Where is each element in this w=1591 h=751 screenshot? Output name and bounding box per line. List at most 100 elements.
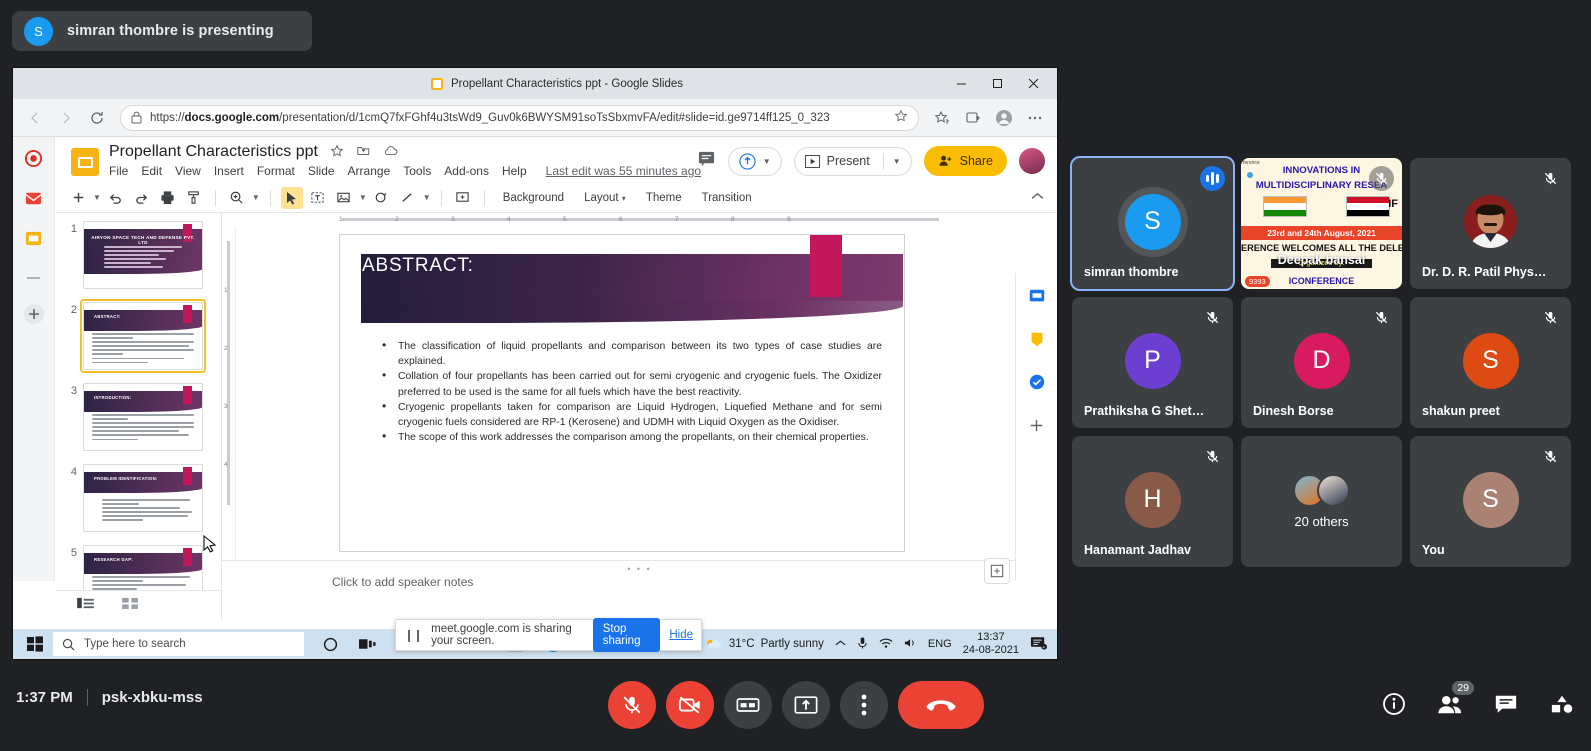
chat-icon[interactable] [1491, 689, 1521, 719]
slide-thumbnail-4[interactable]: PROBLEM IDENTIFICATION: [83, 464, 203, 532]
profile-icon[interactable] [990, 104, 1018, 132]
bookmark-star-icon[interactable] [894, 109, 908, 126]
line-caret-icon[interactable]: ▼ [423, 193, 431, 202]
stop-sharing-button[interactable]: Stop sharing [592, 618, 661, 652]
present-small-caret-icon[interactable]: ▼ [763, 157, 771, 166]
pause-share-icon[interactable]: ❙❙ [404, 628, 423, 642]
participant-tile-you[interactable]: S You [1410, 436, 1571, 567]
background-button[interactable]: Background [495, 189, 572, 207]
present-button[interactable]: Present ▼ [793, 146, 912, 176]
keep-notes-icon[interactable] [1024, 326, 1050, 352]
meeting-details-icon[interactable] [1379, 689, 1409, 719]
edge-rail-add-icon[interactable] [23, 303, 45, 330]
shape-icon[interactable] [371, 187, 393, 209]
participant-tile-others[interactable]: 20 others [1241, 436, 1402, 567]
present-caret-icon[interactable]: ▼ [893, 157, 901, 166]
menu-insert[interactable]: Insert [214, 164, 244, 178]
account-avatar[interactable] [1019, 148, 1045, 174]
filmstrip-view-icon[interactable] [77, 597, 94, 615]
slide-thumbnail-1[interactable]: AIRYON SPACE TECH AND DEFENSE PVT. LTD [83, 221, 203, 289]
document-title[interactable]: Propellant Characteristics ppt [109, 143, 318, 161]
forward-icon[interactable] [52, 104, 80, 132]
present-now-button[interactable] [781, 681, 830, 729]
print-icon[interactable] [157, 187, 179, 209]
maximize-button[interactable] [979, 68, 1015, 99]
microphone-off-button[interactable] [607, 681, 656, 729]
camera-off-button[interactable] [665, 681, 714, 729]
speaker-notes-placeholder[interactable]: Click to add speaker notes [332, 575, 473, 589]
thumbnail-item[interactable]: 4 PROBLEM IDENTIFICATION: [55, 464, 221, 532]
people-icon[interactable]: 29 [1435, 681, 1474, 719]
taskbar-search-input[interactable]: Type here to search [53, 632, 304, 656]
zoom-caret-icon[interactable]: ▼ [252, 193, 260, 202]
notes-resize-handle[interactable]: • • • [627, 564, 651, 574]
add-comment-icon[interactable] [452, 187, 474, 209]
taskbar-clock[interactable]: 13:37 24-08-2021 [963, 631, 1019, 657]
participant-tile-simran-thombre[interactable]: S simran thombre [1070, 156, 1235, 291]
zoom-icon[interactable] [226, 187, 248, 209]
new-slide-caret-icon[interactable]: ▼ [93, 193, 101, 202]
leave-call-button[interactable] [897, 681, 984, 729]
menu-tools[interactable]: Tools [403, 164, 431, 178]
tray-expand-icon[interactable] [835, 638, 846, 650]
text-box-icon[interactable] [307, 187, 329, 209]
language-indicator[interactable]: ENG [928, 638, 952, 650]
star-doc-icon[interactable] [330, 144, 344, 161]
menu-arrange[interactable]: Arrange [348, 164, 391, 178]
edge-rail-slides-icon[interactable] [24, 229, 43, 253]
theme-button[interactable]: Theme [638, 189, 690, 207]
last-edit-label[interactable]: Last edit was 55 minutes ago [546, 164, 701, 178]
menu-edit[interactable]: Edit [141, 164, 162, 178]
microphone-tray-icon[interactable] [857, 636, 868, 653]
volume-tray-icon[interactable] [904, 637, 917, 652]
menu-view[interactable]: View [175, 164, 201, 178]
add-addon-icon[interactable] [1024, 412, 1050, 438]
notifications-tray-icon[interactable]: 4 [1030, 635, 1047, 653]
captions-button[interactable] [723, 681, 772, 729]
menu-format[interactable]: Format [257, 164, 295, 178]
transition-button[interactable]: Transition [694, 189, 760, 207]
wifi-tray-icon[interactable] [879, 637, 893, 652]
expand-explore-button[interactable] [984, 558, 1010, 584]
slide-canvas-area[interactable]: 1 2 3 4 5 6 7 8 9 1 2 3 4 ABSTRACT: • Th… [222, 213, 1057, 620]
thumbnail-item[interactable]: 1 AIRYON SPACE TECH AND DEFENSE PVT. LTD [55, 221, 221, 289]
grid-view-icon[interactable] [122, 597, 139, 615]
insert-image-icon[interactable] [333, 187, 355, 209]
participant-tile-dr-d-r-patil[interactable]: Dr. D. R. Patil Phys… [1410, 158, 1571, 289]
present-slideshow-small-button[interactable]: ▼ [727, 146, 782, 176]
address-bar[interactable]: https://docs.google.com/presentation/d/1… [120, 104, 919, 131]
back-icon[interactable] [21, 104, 49, 132]
tasks-icon[interactable] [1024, 369, 1050, 395]
reload-icon[interactable] [83, 104, 111, 132]
menu-file[interactable]: File [109, 164, 128, 178]
edge-rail-mail-icon[interactable] [24, 189, 43, 213]
more-options-button[interactable] [839, 681, 888, 729]
layout-button[interactable]: Layout ▾ [576, 189, 634, 207]
menu-slide[interactable]: Slide [308, 164, 335, 178]
current-slide[interactable]: ABSTRACT: The classification of liquid p… [339, 234, 905, 552]
comment-history-icon[interactable] [697, 149, 716, 173]
participant-tile-shakun-preet[interactable]: S shakun preet [1410, 297, 1571, 428]
cloud-saved-icon[interactable] [383, 144, 399, 161]
shared-screen-stage[interactable]: Propellant Characteristics ppt - Google … [13, 68, 1057, 659]
thumbnail-item[interactable]: 3 INTRODUCTION: [55, 383, 221, 451]
close-button[interactable] [1015, 68, 1051, 99]
collections-icon[interactable] [959, 104, 987, 132]
participant-tile-deepak-bansal[interactable]: ference INNOVATIONS IN MULTIDISCIPLINARY… [1241, 158, 1402, 289]
weather-widget[interactable]: 31°C Partly sunny [705, 637, 824, 651]
slides-panel-icon[interactable] [1024, 283, 1050, 309]
thumbnail-item[interactable]: 2 ABSTRACT: [55, 299, 221, 373]
participant-tile-hanamant-jadhav[interactable]: H Hanamant Jadhav [1072, 436, 1233, 567]
slide-thumbnail-3[interactable]: INTRODUCTION: [83, 383, 203, 451]
image-caret-icon[interactable]: ▼ [359, 193, 367, 202]
slide-thumbnail-2[interactable]: ABSTRACT: [80, 299, 206, 373]
speaker-notes-bar[interactable]: • • • Click to add speaker notes [222, 560, 1057, 620]
task-view-icon[interactable] [349, 629, 386, 659]
redo-icon[interactable] [131, 187, 153, 209]
paint-format-icon[interactable] [183, 187, 205, 209]
participant-tile-dinesh-borse[interactable]: D Dinesh Borse [1241, 297, 1402, 428]
slide-filmstrip[interactable]: 1 AIRYON SPACE TECH AND DEFENSE PVT. LTD… [55, 213, 222, 620]
activities-icon[interactable] [1547, 689, 1577, 719]
hide-infobar-link[interactable]: Hide [669, 629, 693, 641]
menu-help[interactable]: Help [502, 164, 527, 178]
